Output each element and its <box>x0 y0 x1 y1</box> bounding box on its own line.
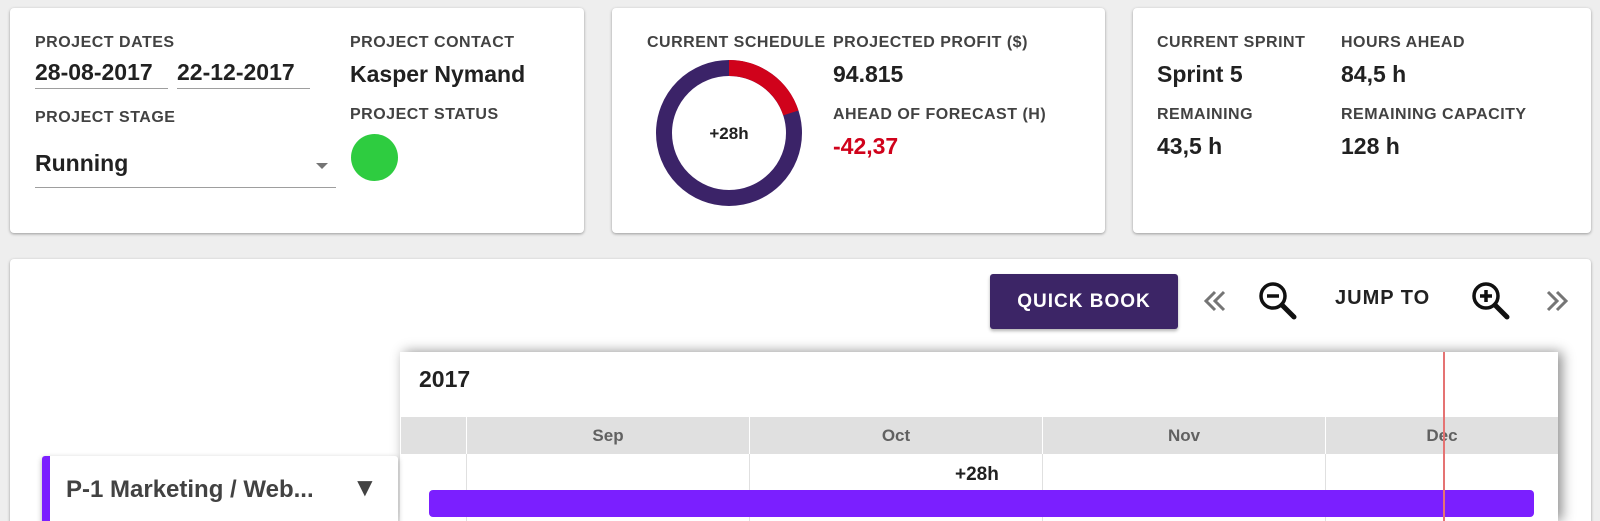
month-header-nov: Nov <box>1042 417 1325 454</box>
quick-book-button[interactable]: QUICK BOOK <box>990 274 1178 329</box>
projected-profit-label: PROJECTED PROFIT ($) <box>833 34 1028 51</box>
ahead-of-forecast-label: AHEAD OF FORECAST (H) <box>833 106 1047 123</box>
project-stage-select[interactable]: Running <box>35 146 336 188</box>
current-sprint-value: Sprint 5 <box>1157 61 1243 87</box>
jump-to-button[interactable]: JUMP TO <box>1335 287 1430 310</box>
month-header-aug <box>400 417 466 454</box>
hours-ahead-label: HOURS AHEAD <box>1341 34 1466 51</box>
current-schedule-label: CURRENT SCHEDULE <box>647 34 826 51</box>
hours-ahead-value: 84,5 h <box>1341 61 1407 87</box>
project-bar-label: +28h <box>955 464 999 485</box>
project-info-card: PROJECT DATES 28-08-2017 22-12-2017 PROJ… <box>10 8 584 233</box>
double-chevron-left-icon[interactable] <box>1198 283 1232 319</box>
project-name: P-1 Marketing / Web... <box>66 476 314 503</box>
timeline-year: 2017 <box>419 366 471 392</box>
ahead-of-forecast-value: -42,37 <box>833 133 899 159</box>
schedule-card: CURRENT SCHEDULE +28h PROJECTED PROFIT (… <box>612 8 1105 233</box>
remaining-capacity-value: 128 h <box>1341 133 1400 159</box>
expand-toggle-icon[interactable]: ▼ <box>352 472 378 503</box>
start-date-field[interactable]: 28-08-2017 <box>35 59 168 89</box>
month-header-row: Sep Oct Nov Dec <box>400 417 1558 454</box>
project-stage-value: Running <box>35 150 129 176</box>
remaining-label: REMAINING <box>1157 106 1254 123</box>
zoom-in-icon[interactable] <box>1468 278 1514 324</box>
project-status-indicator <box>351 134 398 181</box>
current-sprint-label: CURRENT SPRINT <box>1157 34 1306 51</box>
remaining-capacity-label: REMAINING CAPACITY <box>1341 106 1527 123</box>
end-date-field[interactable]: 22-12-2017 <box>177 59 310 89</box>
project-row-header[interactable]: P-1 Marketing / Web... ▼ <box>42 456 398 521</box>
project-stage-label: PROJECT STAGE <box>35 109 176 126</box>
double-chevron-right-icon[interactable] <box>1540 283 1574 319</box>
project-contact-value: Kasper Nymand <box>350 61 526 87</box>
zoom-out-icon[interactable] <box>1255 278 1301 324</box>
chevron-down-icon <box>316 163 328 169</box>
timeline-chart: 2017 Sep Oct Nov Dec +28h <box>400 352 1558 521</box>
project-status-label: PROJECT STATUS <box>350 106 499 123</box>
donut-center-label: +28h <box>709 124 748 143</box>
today-marker <box>1443 352 1445 521</box>
project-dates-label: PROJECT DATES <box>35 34 175 51</box>
project-contact-label: PROJECT CONTACT <box>350 34 515 51</box>
month-header-dec: Dec <box>1325 417 1558 454</box>
sprint-card: CURRENT SPRINT Sprint 5 HOURS AHEAD 84,5… <box>1133 8 1591 233</box>
month-header-oct: Oct <box>749 417 1042 454</box>
month-header-sep: Sep <box>466 417 749 454</box>
project-timeline-bar[interactable] <box>429 490 1534 517</box>
remaining-value: 43,5 h <box>1157 133 1223 159</box>
schedule-donut-chart: +28h <box>656 60 802 206</box>
projected-profit-value: 94.815 <box>833 61 904 87</box>
